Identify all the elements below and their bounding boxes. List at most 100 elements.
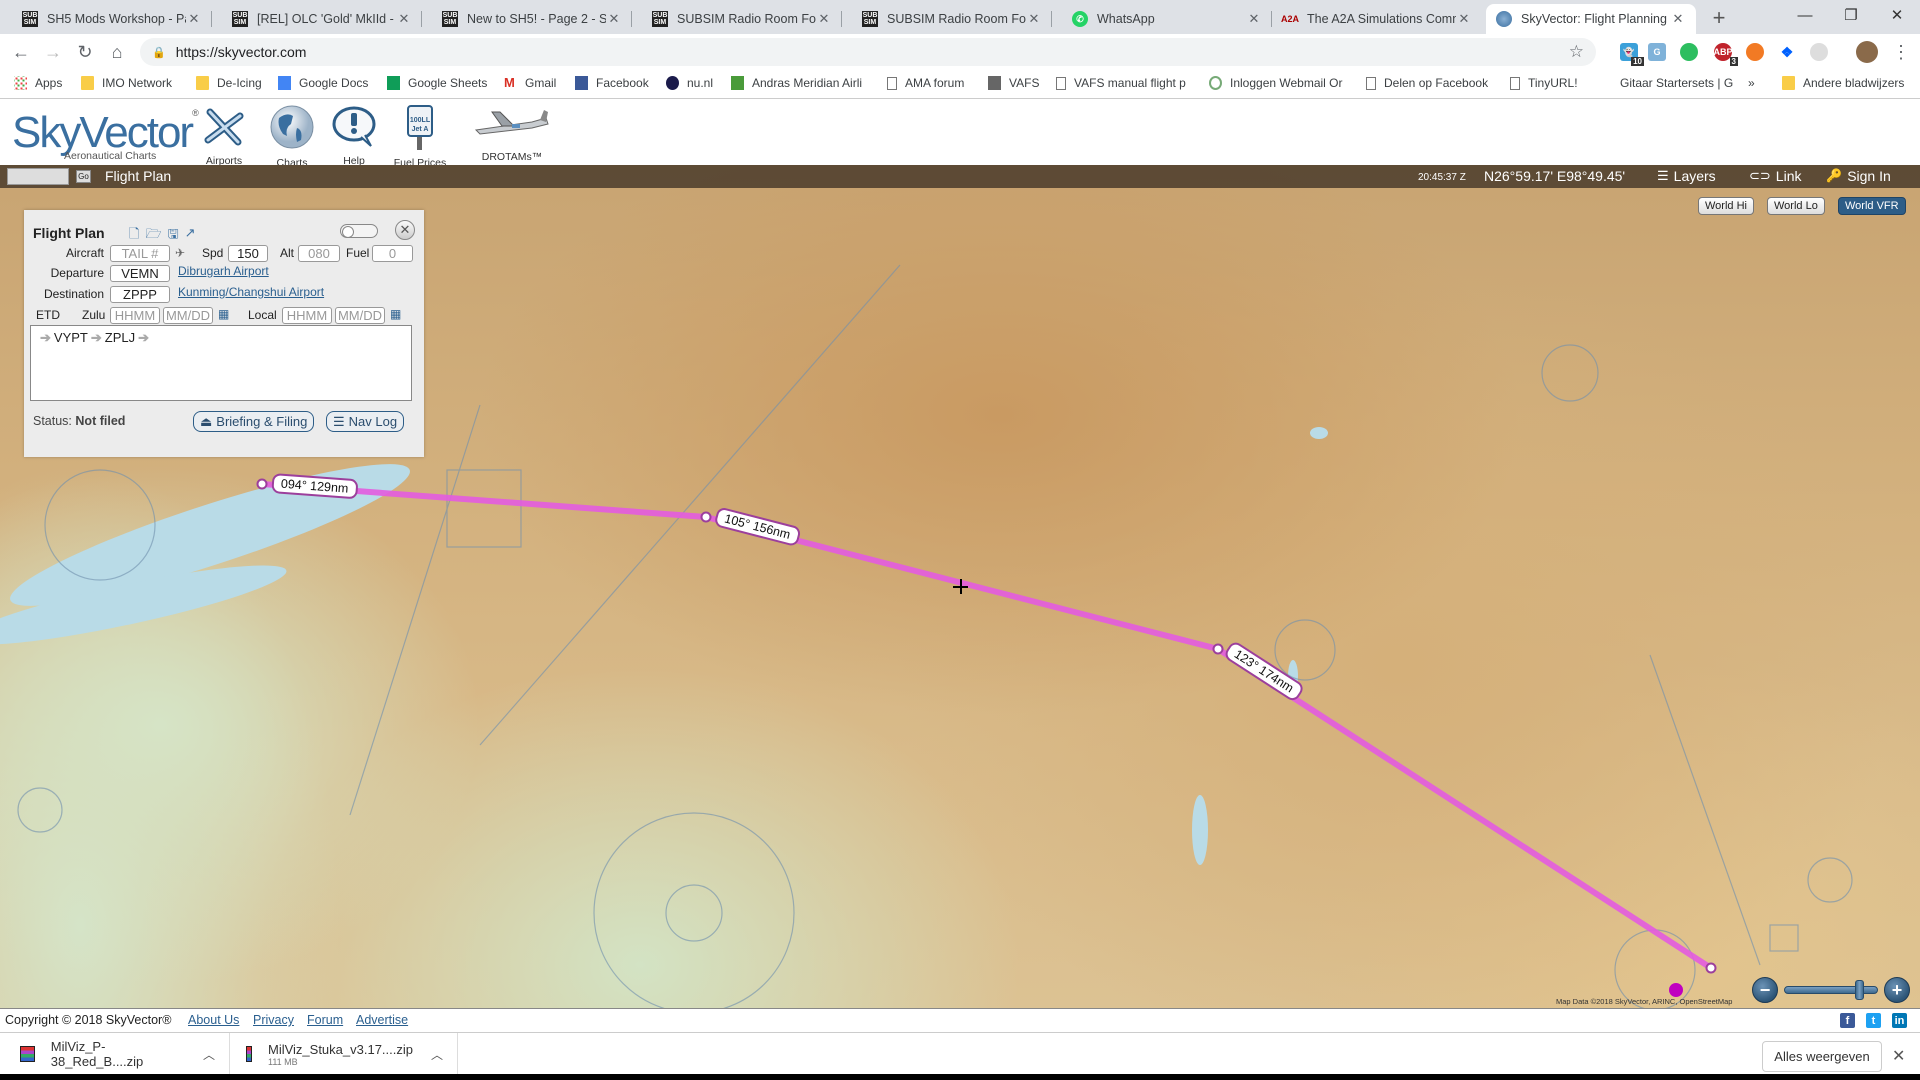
twitter-share-icon[interactable]: t xyxy=(1866,1013,1881,1028)
local-date-field[interactable]: MM/DD xyxy=(335,307,385,324)
close-tab-icon[interactable]: ✕ xyxy=(816,11,832,27)
browser-tab-active[interactable]: SkyVector: Flight Planning / ✕ xyxy=(1486,4,1696,34)
nav-drotams[interactable]: DROTAMs™ xyxy=(470,104,554,163)
back-button[interactable]: ← xyxy=(8,39,34,65)
chevron-up-icon[interactable]: ︿ xyxy=(431,1046,443,1063)
close-tab-icon[interactable]: ✕ xyxy=(1026,11,1042,27)
bookmark-item[interactable]: VAFS xyxy=(988,76,1039,90)
bookmark-item[interactable]: IMO Network xyxy=(81,76,172,90)
circle-icon[interactable] xyxy=(1810,43,1828,61)
footer-link-privacy[interactable]: Privacy xyxy=(253,1013,294,1027)
route-waypoint-marker[interactable] xyxy=(1705,962,1717,974)
route-waypoint-marker[interactable] xyxy=(256,478,268,490)
forward-button[interactable]: → xyxy=(40,39,66,65)
fuel-field[interactable]: 0 xyxy=(372,245,413,262)
zoom-slider-thumb[interactable] xyxy=(1855,980,1865,1000)
footer-link-about[interactable]: About Us xyxy=(188,1013,239,1027)
download-item[interactable]: MilViz_P-38_Red_B....zip ︿ xyxy=(0,1033,230,1075)
departure-airport-link[interactable]: Dibrugarh Airport xyxy=(178,264,269,278)
browser-tab[interactable]: SUBSIM [REL] OLC 'Gold' MkIId - SU ✕ xyxy=(222,4,422,34)
panel-mode-toggle[interactable] xyxy=(340,224,378,238)
zoom-out-button[interactable]: − xyxy=(1752,977,1778,1003)
bookmark-item[interactable]: De-Icing xyxy=(196,76,262,90)
close-tab-icon[interactable]: ✕ xyxy=(396,11,412,27)
new-file-icon[interactable]: 🗋 xyxy=(129,225,139,247)
route-waypoint-marker[interactable] xyxy=(700,511,712,523)
bookmark-item[interactable]: VAFS manual flight p xyxy=(1056,76,1186,90)
fire-icon[interactable] xyxy=(1746,43,1764,61)
zoom-in-button[interactable]: + xyxy=(1884,977,1910,1003)
ghostery-icon[interactable]: 👻 10 xyxy=(1620,43,1644,66)
download-item[interactable]: MilViz_Stuka_v3.17....zip 111 MB ︿ xyxy=(230,1033,458,1075)
browser-tab[interactable]: SUBSIM SUBSIM Radio Room Forum ✕ xyxy=(642,4,842,34)
minimize-button[interactable]: — xyxy=(1782,0,1828,30)
browser-tab[interactable]: SUBSIM New to SH5! - Page 2 - SUB ✕ xyxy=(432,4,632,34)
footer-link-advertise[interactable]: Advertise xyxy=(356,1013,408,1027)
open-folder-icon[interactable]: 🗁 xyxy=(145,225,161,247)
search-input[interactable] xyxy=(7,168,69,185)
route-entry-box[interactable]: ➔ VYPT ➔ ZPLJ ➔ xyxy=(30,325,412,401)
calendar-icon[interactable]: ▦ xyxy=(390,307,401,321)
chart-button-world-vfr[interactable]: World VFR xyxy=(1838,197,1906,215)
bookmark-item[interactable]: Google Docs xyxy=(278,76,368,90)
nav-help[interactable]: Help xyxy=(328,104,380,167)
go-button[interactable]: Go xyxy=(76,170,91,183)
nav-fuel-prices[interactable]: 100LL Jet A Fuel Prices xyxy=(389,104,451,169)
other-bookmarks[interactable]: Andere bladwijzers xyxy=(1782,76,1904,90)
local-time-field[interactable]: HHMM xyxy=(282,307,332,324)
bookmark-item[interactable]: M Gmail xyxy=(504,76,556,91)
close-panel-button[interactable]: ✕ xyxy=(395,220,415,240)
route-waypoint[interactable]: ZPLJ xyxy=(105,330,135,345)
nav-charts[interactable]: Charts xyxy=(266,104,318,169)
home-button[interactable]: ⌂ xyxy=(104,39,130,65)
briefing-filing-button[interactable]: ⏏ Briefing & Filing xyxy=(193,411,315,432)
nav-log-button[interactable]: ☰ Nav Log xyxy=(326,411,405,432)
altitude-field[interactable]: 080 xyxy=(298,245,340,262)
new-tab-button[interactable]: + xyxy=(1706,5,1732,31)
bookmark-item[interactable]: Google Sheets xyxy=(387,76,487,90)
aircraft-field[interactable]: TAIL # xyxy=(110,245,170,262)
destination-airport-link[interactable]: Kunming/Changshui Airport xyxy=(178,285,324,299)
close-tab-icon[interactable]: ✕ xyxy=(186,11,202,27)
profile-avatar[interactable] xyxy=(1856,41,1878,63)
bookmark-item[interactable]: AMA forum xyxy=(887,76,964,90)
chart-button-world-hi[interactable]: World Hi xyxy=(1698,197,1754,215)
zulu-date-field[interactable]: MM/DD xyxy=(163,307,213,324)
close-tab-icon[interactable]: ✕ xyxy=(606,11,622,27)
departure-field[interactable]: VEMN xyxy=(110,265,170,282)
close-tab-icon[interactable]: ✕ xyxy=(1670,11,1686,27)
save-icon[interactable]: 🖫 xyxy=(168,225,179,247)
facebook-share-icon[interactable]: f xyxy=(1840,1013,1855,1028)
route-waypoint[interactable]: VYPT xyxy=(54,330,88,345)
aircraft-lookup-icon[interactable]: ✈ xyxy=(175,246,185,260)
sign-in-button[interactable]: 🔑 Sign In xyxy=(1826,168,1891,184)
linkedin-share-icon[interactable]: in xyxy=(1892,1013,1907,1028)
route-waypoint-marker[interactable] xyxy=(1212,643,1224,655)
browser-tab[interactable]: SUBSIM SH5 Mods Workshop - Page ✕ xyxy=(12,4,212,34)
window-close-button[interactable]: ✕ xyxy=(1874,0,1920,30)
bookmark-item[interactable]: Inloggen Webmail Or xyxy=(1209,76,1343,90)
adblock-icon[interactable]: ABP 3 xyxy=(1714,43,1738,66)
layers-button[interactable]: ☰ Layers xyxy=(1657,168,1716,184)
close-shelf-icon[interactable]: ✕ xyxy=(1892,1046,1905,1066)
footer-link-forum[interactable]: Forum xyxy=(307,1013,343,1027)
bookmark-item[interactable]: Delen op Facebook xyxy=(1366,76,1488,90)
restore-button[interactable]: ❐ xyxy=(1828,0,1874,30)
close-tab-icon[interactable]: ✕ xyxy=(1456,11,1472,27)
grammarly-icon[interactable]: G xyxy=(1648,43,1666,61)
chart-button-world-lo[interactable]: World Lo xyxy=(1767,197,1825,215)
bookmark-item[interactable]: TinyURL! xyxy=(1510,76,1578,90)
bookmark-item[interactable]: nu.nl xyxy=(666,76,713,90)
zulu-time-field[interactable]: HHMM xyxy=(110,307,160,324)
dropbox-icon[interactable]: ❖ xyxy=(1778,43,1796,61)
bookmark-apps[interactable]: Apps xyxy=(14,76,62,90)
browser-menu-icon[interactable]: ⋮ xyxy=(1888,39,1914,65)
browser-tab[interactable]: SUBSIM SUBSIM Radio Room Forum ✕ xyxy=(852,4,1052,34)
link-button[interactable]: ⊂⊃ Link xyxy=(1749,168,1801,184)
destination-field[interactable]: ZPPP xyxy=(110,286,170,303)
share-icon[interactable]: ↗ xyxy=(185,225,196,247)
show-all-downloads-button[interactable]: Alles weergeven xyxy=(1762,1041,1882,1072)
bookmark-star-icon[interactable]: ☆ xyxy=(1569,42,1584,62)
browser-tab[interactable]: ✆ WhatsApp ✕ xyxy=(1062,4,1272,34)
address-bar[interactable]: 🔒 https://skyvector.com ☆ xyxy=(140,38,1596,66)
